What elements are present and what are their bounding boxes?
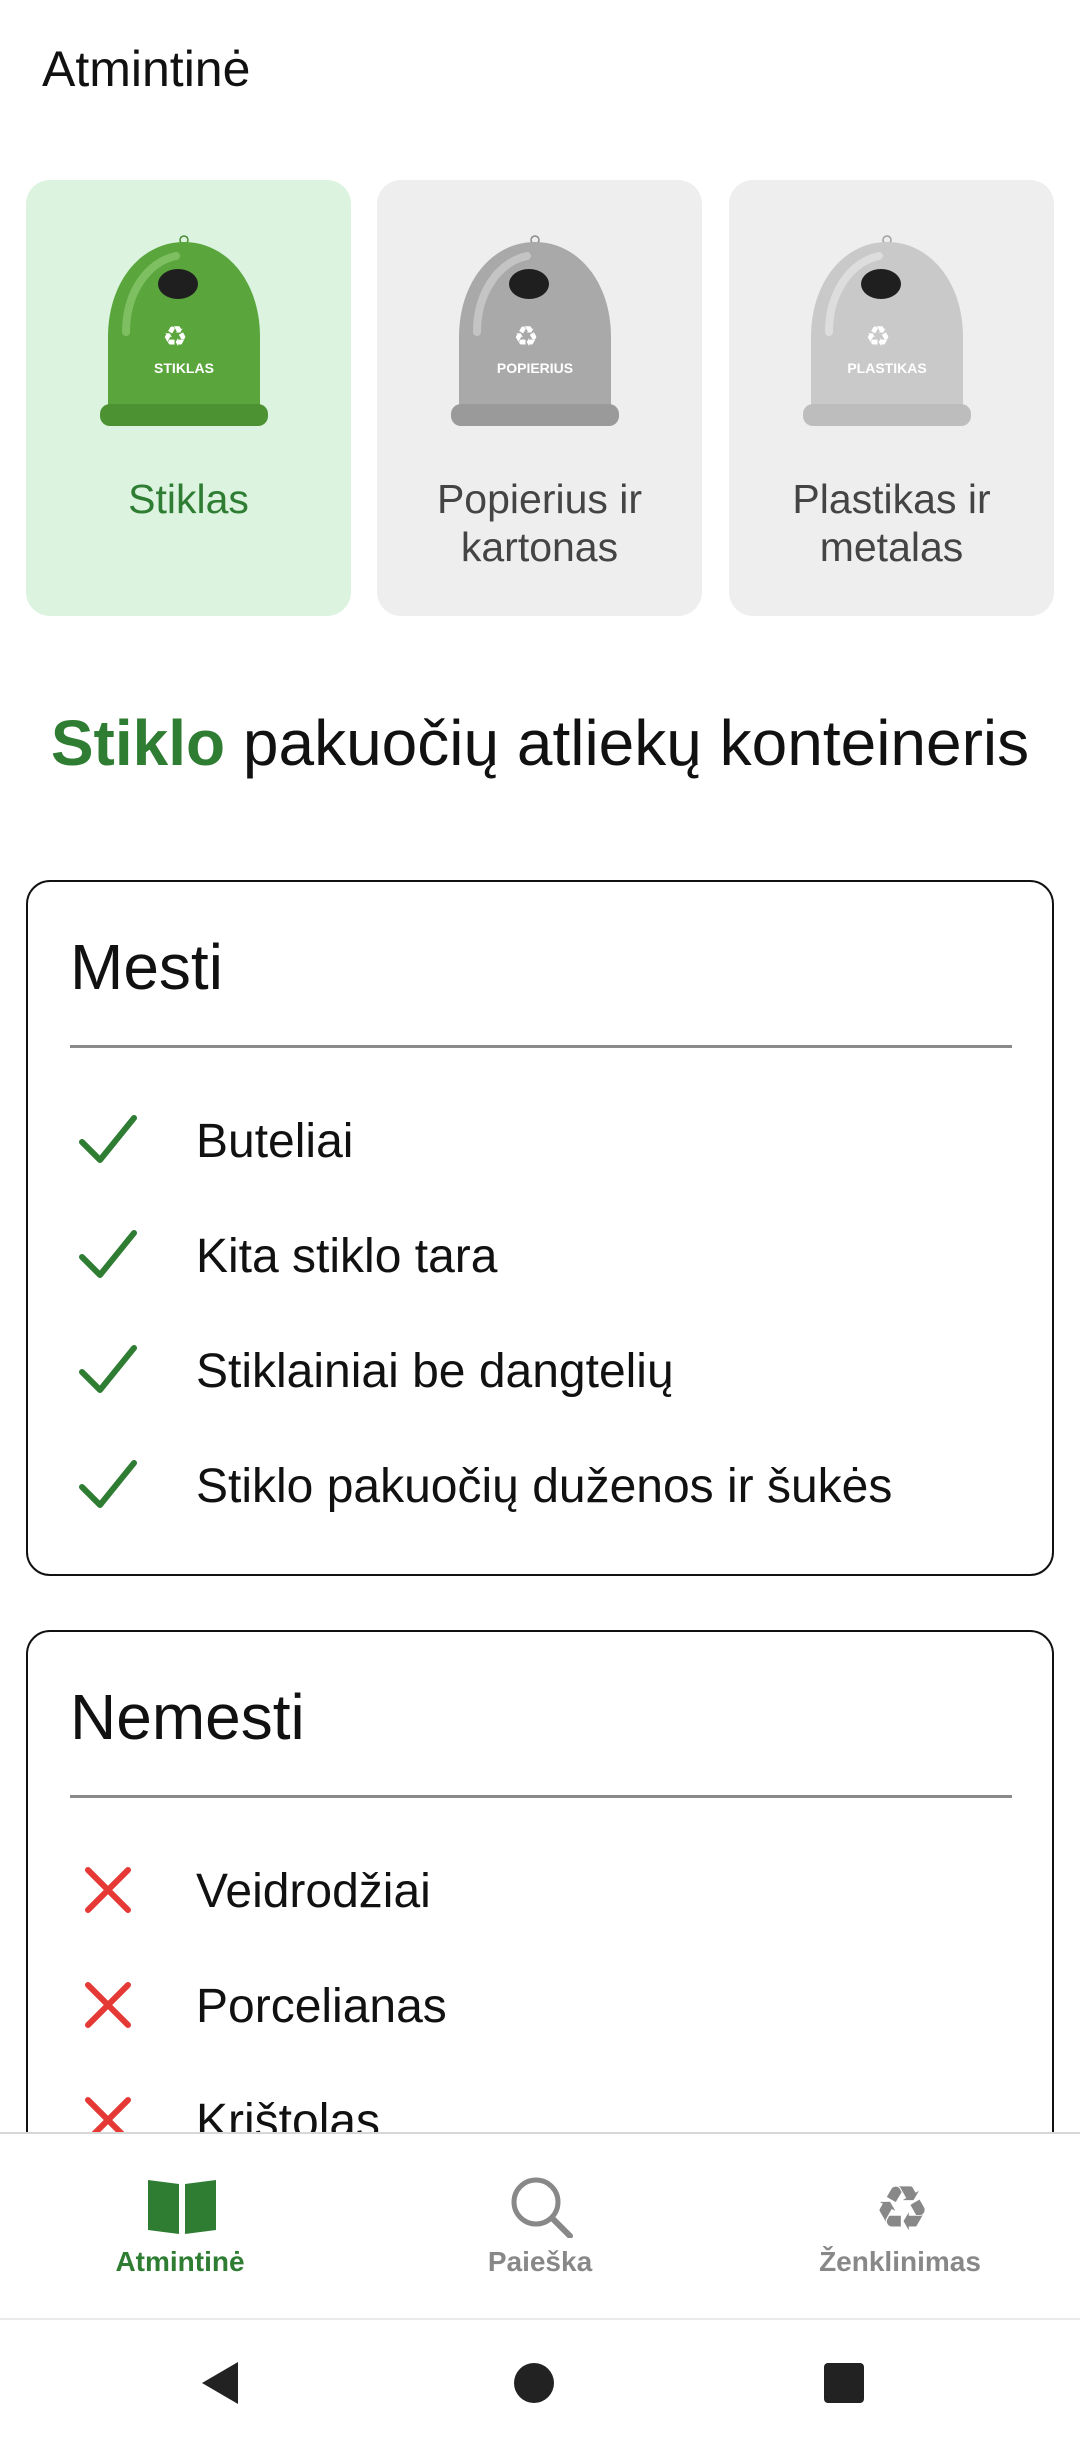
book-icon — [148, 2180, 216, 2234]
list-item: Buteliai — [70, 1104, 1032, 1219]
plastic-bin-icon: ♻ PLASTIKAS — [803, 235, 971, 426]
paper-bin-icon: ♻ POPIERIUS — [451, 235, 619, 426]
svg-text:♻: ♻ — [874, 2174, 930, 2238]
search-icon — [511, 2177, 573, 2238]
home-button[interactable] — [474, 2320, 594, 2446]
category-card-popierius[interactable]: ♻ POPIERIUS Popierius ir kartonas — [377, 180, 702, 616]
category-selector: ♻ STIKLAS Stiklas ♻ POPIERIUS Popierius … — [26, 180, 1054, 616]
list-item: Veidrodžiai — [70, 1854, 1032, 1969]
list-item: Stiklainiai be dangtelių — [70, 1334, 1032, 1449]
category-card-plastikas[interactable]: ♻ PLASTIKAS Plastikas ir metalas — [729, 180, 1054, 616]
divider — [70, 1795, 1012, 1798]
not-allowed-title: Nemesti — [70, 1681, 305, 1753]
nav-item-zenklinimas[interactable]: ♻ Ženklinimas — [720, 2134, 1080, 2320]
svg-text:POPIERIUS: POPIERIUS — [497, 360, 573, 376]
nav-item-paieska[interactable]: Paieška — [360, 2134, 720, 2320]
container-heading: Stiklo pakuočių atliekų konteineris — [0, 706, 1080, 780]
check-icon — [79, 1115, 137, 1163]
home-icon — [514, 2363, 554, 2403]
svg-text:STIKLAS: STIKLAS — [154, 360, 214, 376]
glass-bin-icon: ♻ STIKLAS — [100, 235, 268, 426]
divider — [70, 1045, 1012, 1048]
svg-text:♻: ♻ — [162, 320, 187, 353]
recycle-icon: ♻ — [874, 2174, 930, 2238]
allowed-title: Mesti — [70, 931, 223, 1003]
category-label: Stiklas — [128, 476, 249, 522]
svg-text:♻: ♻ — [513, 320, 538, 353]
list-item: Kita stiklo tara — [70, 1219, 1032, 1334]
allowed-panel: Mesti Buteliai Kita stiklo tara Stiklain… — [26, 880, 1054, 1576]
heading-highlight: Stiklo — [50, 707, 226, 779]
allowed-list: Buteliai Kita stiklo tara Stiklainiai be… — [70, 1104, 1032, 1564]
not-allowed-panel: Nemesti Veidrodžiai Porcelianas Krištola… — [26, 1630, 1054, 2190]
recents-icon — [824, 2363, 864, 2403]
heading-rest: pakuočių atliekų konteineris — [225, 707, 1030, 779]
cross-icon — [85, 1982, 131, 2028]
system-navigation-bar — [0, 2318, 1080, 2446]
svg-text:PLASTIKAS: PLASTIKAS — [847, 360, 926, 376]
check-icon — [79, 1460, 137, 1508]
back-icon — [202, 2362, 238, 2404]
nav-item-atmintine[interactable]: Atmintinė — [0, 2134, 360, 2320]
recents-button[interactable] — [784, 2320, 904, 2446]
cross-icon — [85, 1867, 131, 1913]
list-item: Porcelianas — [70, 1969, 1032, 2084]
check-icon — [79, 1230, 137, 1278]
category-card-stiklas[interactable]: ♻ STIKLAS Stiklas — [26, 180, 351, 616]
svg-text:♻: ♻ — [865, 320, 890, 353]
app-title: Atmintinė — [42, 41, 251, 97]
check-icon — [79, 1345, 137, 1393]
back-button[interactable] — [160, 2320, 280, 2446]
category-label: Popierius ir kartonas — [436, 476, 643, 570]
category-label: Plastikas ir metalas — [792, 476, 991, 570]
list-item: Stiklo pakuočių duženos ir šukės — [70, 1449, 1032, 1564]
bottom-navigation: Atmintinė Paieška ♻ Ženklinimas — [0, 2132, 1080, 2320]
